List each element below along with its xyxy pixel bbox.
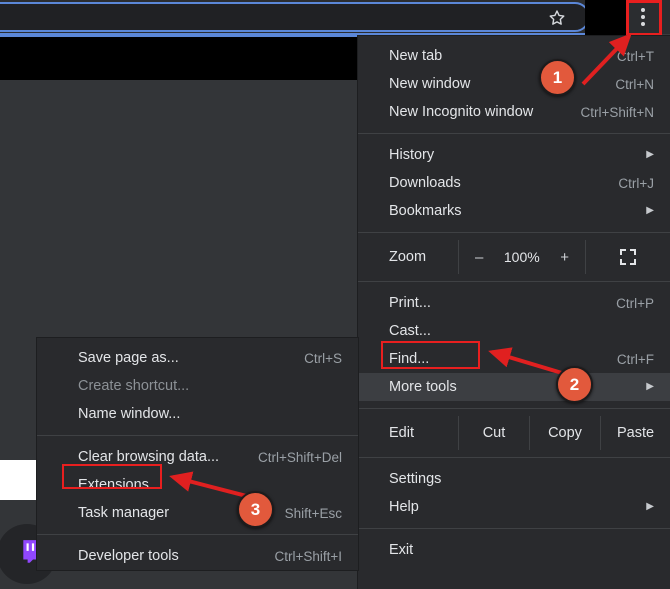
submenu-item-extensions[interactable]: Extensions — [37, 471, 358, 499]
step-badge-2: 2 — [556, 366, 593, 403]
menu-item-label: Settings — [389, 471, 442, 487]
menu-item-new-incognito-window[interactable]: New Incognito window Ctrl+Shift+N — [358, 98, 670, 126]
menu-item-label: New tab — [389, 48, 443, 64]
menu-item-label: Name window... — [78, 406, 181, 422]
step-badge-3: 3 — [237, 491, 274, 528]
cut-button[interactable]: Cut — [458, 416, 529, 450]
menu-item-accel: Ctrl+Shift+Del — [257, 449, 342, 465]
menu-item-accel: Ctrl+J — [618, 175, 654, 191]
menu-item-label: Help — [389, 499, 419, 515]
menu-item-bookmarks[interactable]: Bookmarks ▶ — [358, 197, 670, 225]
menu-item-label: Save page as... — [78, 350, 179, 366]
menu-item-accel: Ctrl+N — [615, 76, 654, 92]
menu-item-label: Clear browsing data... — [78, 449, 220, 465]
menu-item-label: Developer tools — [78, 548, 179, 564]
submenu-item-clear-browsing-data[interactable]: Clear browsing data... Ctrl+Shift+Del — [37, 443, 358, 471]
submenu-item-create-shortcut: Create shortcut... — [37, 372, 358, 400]
menu-item-accel: Ctrl+Shift+I — [274, 548, 342, 564]
menu-item-accel: Ctrl+T — [616, 48, 654, 64]
page-black-banner — [0, 37, 358, 80]
profile-avatar-box[interactable] — [585, 0, 627, 36]
edit-label: Edit — [389, 425, 414, 441]
menu-item-label: Bookmarks — [389, 203, 462, 219]
badge-number: 2 — [569, 374, 580, 394]
badge-number: 3 — [250, 499, 261, 519]
submenu-item-save-page-as[interactable]: Save page as... Ctrl+S — [37, 344, 358, 372]
menu-item-exit[interactable]: Exit — [358, 536, 670, 564]
menu-item-label: Create shortcut... — [78, 378, 190, 394]
zoom-controls: – 100% + — [458, 240, 586, 274]
menu-item-downloads[interactable]: Downloads Ctrl+J — [358, 169, 670, 197]
copy-button[interactable]: Copy — [529, 416, 600, 450]
menu-separator — [358, 457, 670, 458]
menu-item-accel: Shift+Esc — [284, 505, 342, 521]
menu-separator — [358, 408, 670, 409]
menu-item-label: Exit — [389, 542, 414, 558]
zoom-out-button[interactable]: – — [475, 249, 483, 266]
menu-item-history[interactable]: History ▶ — [358, 141, 670, 169]
menu-item-find[interactable]: Find... Ctrl+F — [358, 345, 670, 373]
chrome-main-menu: New tab Ctrl+T New window Ctrl+N New Inc… — [358, 36, 670, 589]
zoom-value: 100% — [503, 249, 540, 265]
menu-item-label: Find... — [389, 351, 430, 367]
page-white-card — [0, 460, 36, 500]
bookmark-star-icon[interactable] — [547, 8, 567, 28]
menu-item-more-tools[interactable]: More tools ▶ — [358, 373, 670, 401]
menu-separator — [358, 133, 670, 134]
menu-item-label: Cast... — [389, 323, 431, 339]
more-tools-submenu: Save page as... Ctrl+S Create shortcut..… — [37, 338, 358, 570]
menu-item-settings[interactable]: Settings — [358, 465, 670, 493]
menu-separator — [37, 534, 358, 535]
menu-item-accel: Ctrl+S — [304, 350, 342, 366]
menu-item-cast[interactable]: Cast... — [358, 317, 670, 345]
menu-item-help[interactable]: Help ▶ — [358, 493, 670, 521]
kebab-highlight-box — [626, 0, 662, 36]
menu-item-print[interactable]: Print... Ctrl+P — [358, 289, 670, 317]
address-bar[interactable] — [0, 2, 590, 32]
menu-item-label: Downloads — [389, 175, 461, 191]
menu-separator — [358, 528, 670, 529]
menu-item-label: Print... — [389, 295, 431, 311]
step-badge-1: 1 — [539, 59, 576, 96]
zoom-label: Zoom — [389, 249, 427, 265]
submenu-item-name-window[interactable]: Name window... — [37, 400, 358, 428]
menu-separator — [37, 435, 358, 436]
submenu-item-developer-tools[interactable]: Developer tools Ctrl+Shift+I — [37, 542, 358, 570]
zoom-row: Zoom – 100% + — [358, 240, 670, 274]
edit-row: Edit Cut Copy Paste — [358, 416, 670, 450]
menu-item-label: Task manager — [78, 505, 170, 521]
badge-number: 1 — [552, 67, 563, 87]
screenshot-root: New tab Ctrl+T New window Ctrl+N New Inc… — [0, 0, 670, 589]
menu-item-label: Extensions — [78, 477, 149, 493]
submenu-item-task-manager[interactable]: Task manager Shift+Esc — [37, 499, 358, 527]
zoom-in-button[interactable]: + — [560, 249, 569, 266]
menu-item-accel: Ctrl+Shift+N — [580, 104, 654, 120]
menu-item-label: New window — [389, 76, 471, 92]
fullscreen-icon[interactable] — [586, 248, 670, 266]
menu-separator — [358, 281, 670, 282]
browser-toolbar — [0, 0, 670, 34]
chevron-right-icon: ▶ — [646, 501, 654, 512]
menu-item-accel: Ctrl+F — [616, 351, 654, 367]
chevron-right-icon: ▶ — [646, 205, 654, 216]
menu-item-label: History — [389, 147, 435, 163]
paste-button[interactable]: Paste — [600, 416, 670, 450]
menu-item-new-window[interactable]: New window Ctrl+N — [358, 70, 670, 98]
menu-item-label: More tools — [389, 379, 457, 395]
menu-item-label: New Incognito window — [389, 104, 534, 120]
menu-item-accel: Ctrl+P — [616, 295, 654, 311]
menu-item-new-tab[interactable]: New tab Ctrl+T — [358, 42, 670, 70]
menu-separator — [358, 232, 670, 233]
chevron-right-icon: ▶ — [646, 149, 654, 160]
chevron-right-icon: ▶ — [646, 381, 654, 392]
